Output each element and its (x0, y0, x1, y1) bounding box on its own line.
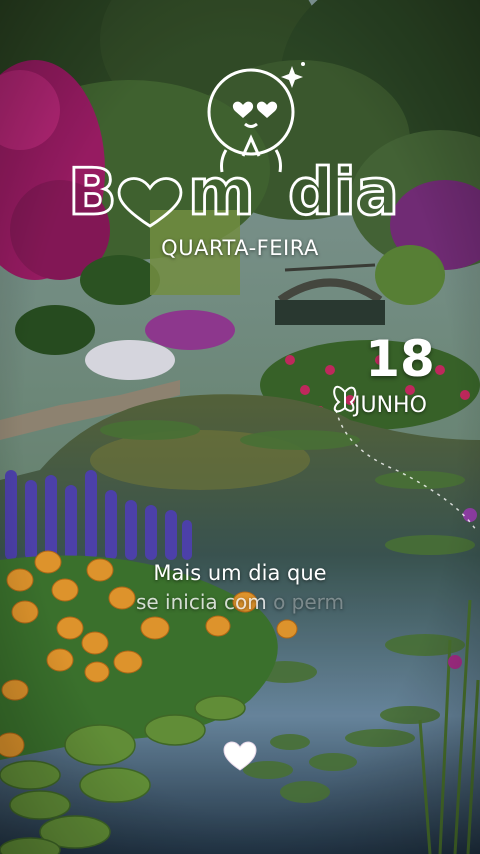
date-month: JUNHO (354, 393, 427, 418)
message-line-2-faded: o perm (273, 590, 345, 614)
message-line-2: se inicia com o perm (0, 590, 480, 614)
weekday-label: QUARTA-FEIRA (161, 236, 319, 260)
story-screen: B m dia QUARTA-FEIRA 18 JUNHO Mais um di… (0, 0, 480, 854)
message-line-1: Mais um dia que (153, 561, 327, 585)
garden-background (0, 0, 480, 854)
white-heart-icon[interactable] (222, 739, 258, 775)
date-day: 18 (365, 330, 435, 388)
message-line-2-visible: se inicia com (135, 590, 267, 614)
